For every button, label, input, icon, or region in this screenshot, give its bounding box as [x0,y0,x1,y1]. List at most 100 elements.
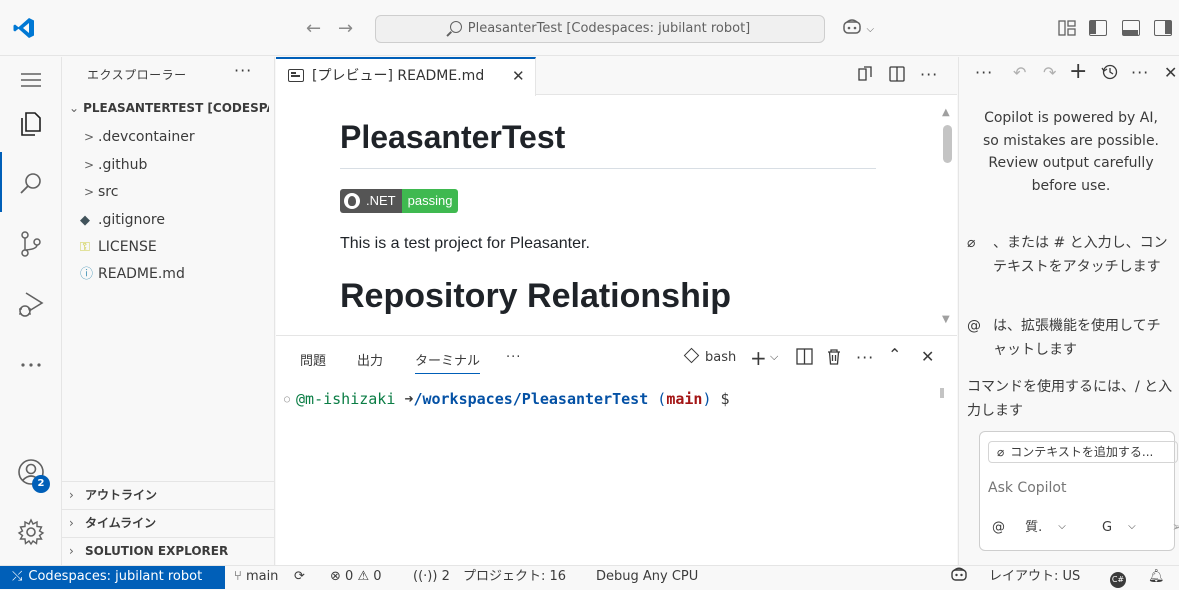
terminal-more-icon[interactable]: ··· [856,348,874,367]
maximize-panel-icon[interactable]: ⌃ [888,345,901,364]
hint-attach-text: 、または # と入力し、コンテキストをアタッチします [993,235,1168,275]
copilot-status-icon[interactable] [950,566,968,590]
close-icon[interactable]: ✕ [512,59,525,93]
menu-icon[interactable] [16,65,46,95]
history-icon[interactable] [1101,63,1118,84]
chat-input-box[interactable]: ⌀ コンテキストを追加する... Ask Copilot @ 質. ⌵ G⌵ ➢ ⌵ [979,431,1179,551]
tree-item-label: .github [98,157,148,173]
command-center-search[interactable]: PleasanterTest [Codespaces: jubilant rob… [375,15,825,43]
tab-problems[interactable]: 問題 [300,350,326,369]
terminal-shell[interactable]: bash [683,347,736,365]
run-debug-icon[interactable] [16,289,46,319]
remote-indicator[interactable]: ⤯ Codespaces: jubilant robot [0,566,225,589]
paperclip-icon: ⌀ [997,445,1005,459]
toggle-sidebar-icon[interactable] [1089,20,1107,36]
tree-item-devcontainer[interactable]: > .devcontainer [84,126,195,148]
outline-section[interactable]: › アウトライン [62,481,274,509]
undo-icon[interactable]: ↶ [1013,63,1026,82]
chat-input[interactable]: Ask Copilot [988,480,1067,496]
back-icon[interactable]: ← [306,18,321,39]
paperclip-icon: ⌀ [967,235,976,251]
explorer-icon[interactable] [16,109,46,139]
accounts-badge: 2 [32,475,50,493]
tab-terminal[interactable]: ターミナル [415,350,481,374]
copilot-notice: Copilot is powered by AI, so mistakes ar… [982,110,1160,194]
terminal-branch-close: ) [702,390,712,408]
tree-item-label: README.md [98,266,185,282]
chat-overflow-icon[interactable]: ··· [1131,63,1149,82]
customize-layout-icon[interactable] [1058,20,1076,36]
build-config-status[interactable]: Debug Any CPU [596,566,698,588]
remote-icon: ⤯ [12,569,23,584]
tree-item-gitignore[interactable]: ◆ .gitignore [80,209,165,231]
search-icon[interactable] [16,169,46,199]
close-icon[interactable]: ✕ [1164,63,1177,82]
solution-explorer-label: SOLUTION EXPLORER [85,544,229,558]
source-control-icon[interactable] [16,229,46,259]
copilot-menu-icon[interactable]: ⌵ [842,18,874,40]
tree-item-readme[interactable]: ⓘ README.md [80,263,185,285]
terminal-path: /workspaces/PleasanterTest [413,390,649,408]
csharp-icon[interactable]: C# [1110,566,1126,588]
workspace-root[interactable]: ⌄PLEASANTERTEST [CODESPACES: JUBILANT RO… [69,101,269,115]
panel-more-icon[interactable]: ··· [506,350,521,365]
trash-icon[interactable] [826,348,842,369]
new-terminal-icon[interactable]: + [750,346,767,370]
sync-icon[interactable]: ⟳ [294,566,305,588]
terminal-status-icon: ○ [284,394,291,405]
notifications-bell-icon[interactable]: 🔔︎ [1148,566,1165,588]
info-icon: ⓘ [80,267,94,282]
manage-gear-icon[interactable] [16,517,46,547]
search-icon [449,21,462,33]
terminal-dollar: $ [720,390,730,408]
chevron-right-icon: > [84,158,95,172]
explorer-sidebar: エクスプローラー ··· ⌄PLEASANTERTEST [CODESPACES… [62,57,275,565]
open-source-icon[interactable] [856,65,874,87]
tree-item-label: .gitignore [98,212,165,228]
chat-more-icon[interactable]: ··· [975,63,993,82]
more-views-icon[interactable] [16,349,46,379]
chevron-down-icon[interactable]: ⌵ [770,350,778,364]
tab-readme-preview[interactable]: [プレビュー] README.md ✕ [276,57,536,96]
terminal-prompt[interactable]: ○ @m-ishizaki ➜/workspaces/PleasanterTest… [284,390,730,408]
close-panel-icon[interactable]: ✕ [921,347,934,366]
hint-extension-text: は、拡張機能を使用してチャットします [993,318,1161,358]
explorer-more-icon[interactable]: ··· [234,61,252,80]
new-chat-icon[interactable]: + [1069,59,1087,84]
keyboard-layout-status[interactable]: レイアウト: US [989,566,1080,588]
build-status-badge[interactable]: .NET passing [340,189,459,213]
hint-command: コマンドを使用するには、/ と入力します [967,375,1177,423]
more-actions-icon[interactable]: ··· [920,65,938,84]
add-context-button[interactable]: ⌀ コンテキストを追加する... [988,441,1178,463]
tree-item-github[interactable]: > .github [84,154,147,176]
terminal-scrollbar[interactable] [940,388,944,398]
branch-status[interactable]: ⑂ main [234,566,278,588]
send-icon[interactable]: ➢ [1172,520,1179,535]
scrollbar-thumb[interactable] [943,125,952,163]
mention-icon[interactable]: @ [992,520,1005,535]
broadcast-icon: ((·)) [413,569,442,584]
mode-picker[interactable]: 質. ⌵ [1025,520,1082,535]
badge-status: passing [401,189,459,213]
problems-status[interactable]: ⊗ 0 ⚠ 0 [330,566,382,588]
forward-icon[interactable]: → [338,18,353,39]
editor-scrollbar[interactable]: ▲ ▼ [940,107,954,329]
timeline-section[interactable]: › タイムライン [62,509,274,537]
hint-attach: ⌀ 、または # と入力し、コンテキストをアタッチします [967,231,1173,279]
toggle-secondary-sidebar-icon[interactable] [1154,20,1172,36]
tree-item-license[interactable]: ⚿ LICENSE [80,236,157,258]
chat-toolbar: @ 質. ⌵ G⌵ ➢ ⌵ [992,516,1179,535]
toggle-panel-icon[interactable] [1122,20,1140,36]
solution-explorer-section[interactable]: › SOLUTION EXPLORER [62,537,274,565]
split-terminal-icon[interactable] [796,348,813,369]
project-status[interactable]: プロジェクト: 16 [463,566,566,588]
tree-item-src[interactable]: > src [84,181,118,203]
markdown-preview: PleasanterTest .NET passing This is a te… [340,95,876,335]
editor-area: [プレビュー] README.md ✕ ··· PleasanterTest .… [276,57,957,335]
split-editor-icon[interactable] [888,65,906,87]
model-picker[interactable]: G ⌵ [1102,520,1152,535]
ports-status[interactable]: ((·)) 2 [413,566,450,588]
tab-output[interactable]: 出力 [357,350,383,369]
redo-icon[interactable]: ↷ [1043,63,1056,82]
add-context-label: コンテキストを追加する... [1010,445,1154,459]
